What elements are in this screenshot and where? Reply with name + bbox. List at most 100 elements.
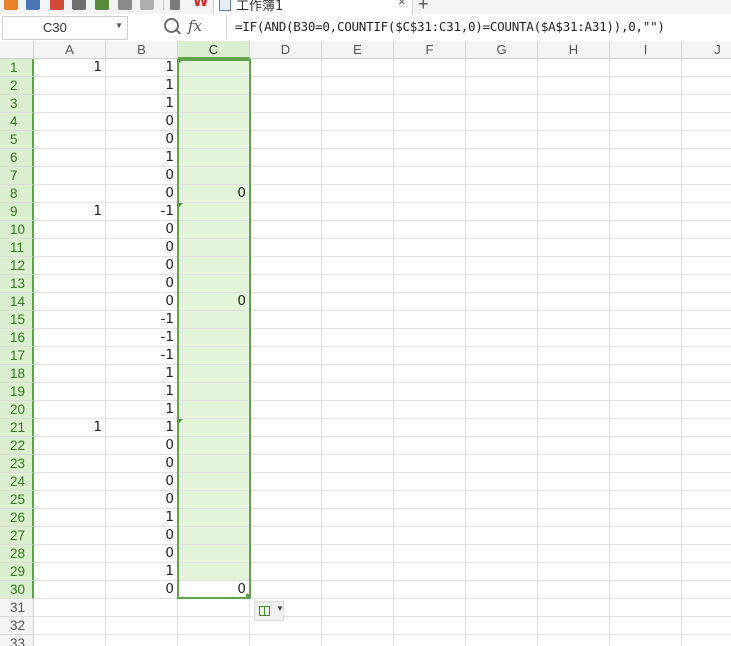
cell-h19[interactable]	[538, 383, 610, 401]
column-header-a[interactable]: A	[34, 41, 106, 59]
column-header-i[interactable]: I	[610, 41, 682, 59]
cell-j17[interactable]	[682, 347, 731, 365]
cell-i3[interactable]	[610, 95, 682, 113]
cell-a19[interactable]	[34, 383, 106, 401]
cell-d24[interactable]	[250, 473, 322, 491]
cell-h33[interactable]	[538, 635, 610, 646]
cell-e15[interactable]	[322, 311, 394, 329]
cell-g4[interactable]	[466, 113, 538, 131]
row-header-28[interactable]: 28	[0, 545, 34, 563]
row-header-8[interactable]: 8	[0, 185, 34, 203]
cell-f31[interactable]	[394, 599, 466, 617]
formula-error-indicator-icon[interactable]	[178, 59, 183, 64]
cell-h32[interactable]	[538, 617, 610, 635]
cell-b4[interactable]: 0	[106, 113, 178, 131]
cell-b19[interactable]: 1	[106, 383, 178, 401]
cell-c18[interactable]	[178, 365, 250, 383]
row-header-2[interactable]: 2	[0, 77, 34, 95]
cell-b7[interactable]: 0	[106, 167, 178, 185]
cell-d21[interactable]	[250, 419, 322, 437]
row-header-25[interactable]: 25	[0, 491, 34, 509]
cell-f25[interactable]	[394, 491, 466, 509]
cell-b1[interactable]: 1	[106, 59, 178, 77]
cell-b3[interactable]: 1	[106, 95, 178, 113]
cell-f29[interactable]	[394, 563, 466, 581]
cell-d14[interactable]	[250, 293, 322, 311]
cell-e26[interactable]	[322, 509, 394, 527]
cell-g24[interactable]	[466, 473, 538, 491]
cell-f13[interactable]	[394, 275, 466, 293]
row-header-6[interactable]: 6	[0, 149, 34, 167]
cell-b12[interactable]: 0	[106, 257, 178, 275]
cell-b22[interactable]: 0	[106, 437, 178, 455]
cell-j12[interactable]	[682, 257, 731, 275]
cell-c20[interactable]	[178, 401, 250, 419]
cell-e32[interactable]	[322, 617, 394, 635]
column-header-h[interactable]: H	[538, 41, 610, 59]
cell-j33[interactable]	[682, 635, 731, 646]
cell-i14[interactable]	[610, 293, 682, 311]
cell-i29[interactable]	[610, 563, 682, 581]
cell-b2[interactable]: 1	[106, 77, 178, 95]
cell-c24[interactable]	[178, 473, 250, 491]
cell-j2[interactable]	[682, 77, 731, 95]
cell-h24[interactable]	[538, 473, 610, 491]
column-header-f[interactable]: F	[394, 41, 466, 59]
cell-a17[interactable]	[34, 347, 106, 365]
cell-c11[interactable]	[178, 239, 250, 257]
cell-i17[interactable]	[610, 347, 682, 365]
cell-h29[interactable]	[538, 563, 610, 581]
row-header-13[interactable]: 13	[0, 275, 34, 293]
cell-e5[interactable]	[322, 131, 394, 149]
cell-i4[interactable]	[610, 113, 682, 131]
cell-a24[interactable]	[34, 473, 106, 491]
cell-a18[interactable]	[34, 365, 106, 383]
cell-c25[interactable]	[178, 491, 250, 509]
cell-c32[interactable]	[178, 617, 250, 635]
cell-f14[interactable]	[394, 293, 466, 311]
cell-h22[interactable]	[538, 437, 610, 455]
cell-g23[interactable]	[466, 455, 538, 473]
cell-h18[interactable]	[538, 365, 610, 383]
cell-e20[interactable]	[322, 401, 394, 419]
cell-b25[interactable]: 0	[106, 491, 178, 509]
cell-i26[interactable]	[610, 509, 682, 527]
cell-i13[interactable]	[610, 275, 682, 293]
cell-c3[interactable]	[178, 95, 250, 113]
cell-c1[interactable]	[178, 59, 250, 77]
row-header-19[interactable]: 19	[0, 383, 34, 401]
cell-c2[interactable]	[178, 77, 250, 95]
cell-a11[interactable]	[34, 239, 106, 257]
cell-g19[interactable]	[466, 383, 538, 401]
cell-f3[interactable]	[394, 95, 466, 113]
row-header-23[interactable]: 23	[0, 455, 34, 473]
cell-a32[interactable]	[34, 617, 106, 635]
cell-e29[interactable]	[322, 563, 394, 581]
cell-h14[interactable]	[538, 293, 610, 311]
cell-g12[interactable]	[466, 257, 538, 275]
cell-a1[interactable]: 1	[34, 59, 106, 77]
cell-g16[interactable]	[466, 329, 538, 347]
name-box[interactable]: C30 ▼	[2, 16, 128, 40]
cell-c8[interactable]: 0	[178, 185, 250, 203]
cell-g20[interactable]	[466, 401, 538, 419]
cell-g17[interactable]	[466, 347, 538, 365]
cell-a15[interactable]	[34, 311, 106, 329]
cell-f22[interactable]	[394, 437, 466, 455]
cell-j11[interactable]	[682, 239, 731, 257]
cell-b20[interactable]: 1	[106, 401, 178, 419]
cell-h21[interactable]	[538, 419, 610, 437]
cell-a33[interactable]	[34, 635, 106, 646]
cell-j3[interactable]	[682, 95, 731, 113]
cell-a9[interactable]: 1	[34, 203, 106, 221]
cell-i32[interactable]	[610, 617, 682, 635]
cell-f12[interactable]	[394, 257, 466, 275]
row-header-14[interactable]: 14	[0, 293, 34, 311]
cell-f7[interactable]	[394, 167, 466, 185]
cell-f19[interactable]	[394, 383, 466, 401]
cell-i12[interactable]	[610, 257, 682, 275]
cell-e23[interactable]	[322, 455, 394, 473]
cell-d17[interactable]	[250, 347, 322, 365]
cell-a13[interactable]	[34, 275, 106, 293]
auto-fill-options-button[interactable]: ▼	[254, 601, 284, 621]
